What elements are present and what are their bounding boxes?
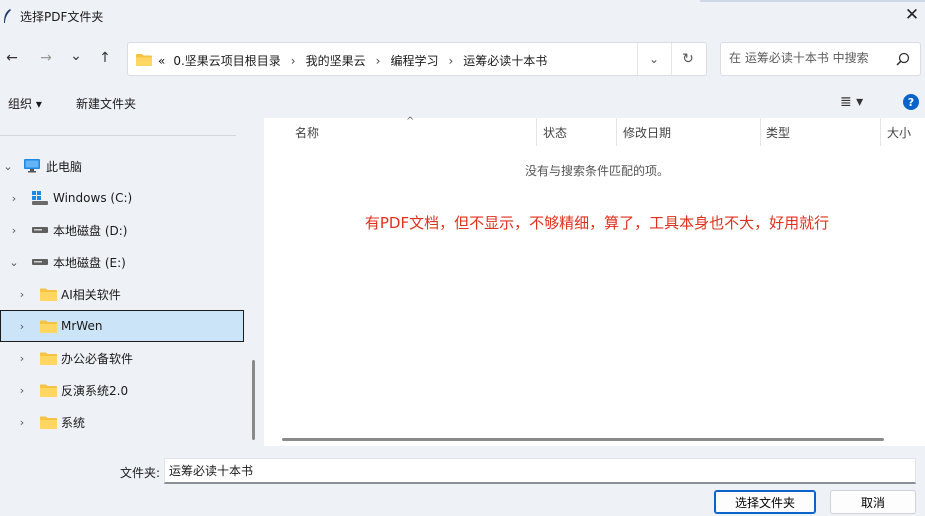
column-header-type[interactable]: 类型 — [766, 118, 790, 146]
chevron-right-icon[interactable]: › — [16, 384, 28, 397]
navigation-pane: ⌄ 此电脑 › Windows (C:) › 本地磁盘 (D:) ⌄ 本地磁盘 … — [0, 118, 262, 446]
tree-item-folder-selected[interactable]: › MrWen — [0, 310, 244, 342]
breadcrumb-item[interactable]: 运筹必读十本书 — [463, 52, 547, 69]
file-list-pane: ^ 名称 状态 修改日期 类型 大小 没有与搜索条件匹配的项。 有PDF文档，但… — [264, 116, 925, 446]
folder-icon — [136, 54, 152, 66]
folder-icon — [40, 320, 57, 333]
folder-name-input[interactable] — [164, 458, 916, 484]
feather-icon — [4, 9, 11, 23]
organize-menu-button[interactable]: 组织 ▾ — [8, 95, 42, 112]
cancel-button[interactable]: 取消 — [830, 490, 916, 514]
forward-arrow-icon[interactable]: → — [36, 48, 56, 68]
breadcrumb-separator-icon[interactable]: › — [291, 54, 296, 68]
tree-item-label: 此电脑 — [46, 159, 83, 174]
drive-icon — [32, 259, 48, 265]
title-bar-accent — [700, 0, 925, 2]
tree-item-label: Windows (C:) — [53, 191, 133, 205]
column-header-status[interactable]: 状态 — [543, 118, 567, 146]
chevron-right-icon[interactable]: › — [8, 224, 20, 237]
select-folder-button[interactable]: 选择文件夹 — [714, 490, 816, 514]
breadcrumb-item[interactable]: 0.坚果云项目根目录 — [173, 52, 280, 69]
chevron-down-icon[interactable]: ⌄ — [2, 160, 14, 173]
breadcrumb-item[interactable]: 我的坚果云 — [306, 52, 366, 69]
column-header-name[interactable]: 名称 — [295, 118, 319, 146]
breadcrumb-separator-icon[interactable]: › — [376, 54, 381, 68]
nav-divider — [0, 135, 236, 136]
address-dropdown-icon[interactable]: ⌄ — [637, 43, 670, 75]
tree-item-label: AI相关软件 — [61, 287, 121, 302]
tree-item-folder[interactable]: › 系统 — [0, 406, 244, 438]
breadcrumb-separator-icon[interactable]: › — [448, 54, 453, 68]
folder-icon — [40, 384, 57, 397]
chevron-right-icon[interactable]: › — [16, 320, 28, 333]
window-title: 选择PDF文件夹 — [20, 10, 104, 24]
help-icon[interactable]: ? — [903, 94, 919, 110]
tree-item-label: 办公必备软件 — [61, 351, 134, 366]
drive-icon — [32, 227, 48, 233]
search-box[interactable] — [720, 42, 921, 76]
view-options-icon[interactable]: ≣ ▾ — [840, 94, 863, 110]
sort-ascending-icon: ^ — [406, 116, 415, 127]
tree-item-folder[interactable]: › 办公必备软件 — [0, 342, 244, 374]
empty-results-message: 没有与搜索条件匹配的项。 — [524, 164, 669, 178]
tree-item-drive-e[interactable]: ⌄ 本地磁盘 (E:) — [0, 246, 244, 278]
horizontal-scrollbar[interactable] — [282, 438, 884, 441]
column-header-modified[interactable]: 修改日期 — [623, 118, 671, 146]
recent-locations-chevron-icon[interactable]: ⌄ — [66, 46, 86, 66]
back-arrow-icon[interactable]: ← — [2, 48, 22, 68]
tree-item-label: 系统 — [61, 415, 86, 430]
tree-item-label: 本地磁盘 (D:) — [53, 223, 128, 238]
tree-item-label: MrWen — [61, 319, 103, 333]
column-divider[interactable] — [760, 118, 761, 146]
chevron-right-icon[interactable]: › — [16, 416, 28, 429]
search-icon — [896, 52, 910, 66]
chevron-right-icon[interactable]: › — [8, 192, 20, 205]
address-bar[interactable]: « 0.坚果云项目根目录 › 我的坚果云 › 编程学习 › 运筹必读十本书 ⌄ … — [127, 42, 707, 76]
annotation-text: 有PDF文档，但不显示，不够精细，算了，工具本身也不大，好用就行 — [364, 214, 830, 232]
folder-field-label: 文件夹: — [120, 466, 161, 480]
tree-item-label: 本地磁盘 (E:) — [53, 255, 126, 270]
command-bar: 组织 ▾ 新建文件夹 ≣ ▾ ? — [0, 88, 925, 116]
tree-item-drive-d[interactable]: › 本地磁盘 (D:) — [0, 214, 244, 246]
chevron-right-icon[interactable]: › — [16, 288, 28, 301]
tree-item-folder[interactable]: › AI相关软件 — [0, 278, 244, 310]
breadcrumb-item[interactable]: 编程学习 — [390, 52, 438, 69]
close-icon[interactable]: ✕ — [901, 4, 923, 26]
up-arrow-icon[interactable]: ↑ — [95, 48, 115, 68]
navigation-bar: ← → ⌄ ↑ « 0.坚果云项目根目录 › 我的坚果云 › 编程学习 › 运筹… — [0, 36, 925, 80]
windows-drive-icon — [32, 191, 48, 205]
tree-item-drive-c[interactable]: › Windows (C:) — [0, 182, 244, 214]
tree-item-folder[interactable]: › 反演系统2.0 — [0, 374, 244, 406]
refresh-icon[interactable]: ↻ — [671, 43, 704, 75]
folder-icon — [40, 352, 57, 365]
title-bar: 选择PDF文件夹 ✕ — [0, 0, 925, 32]
search-input[interactable] — [729, 51, 889, 65]
folder-picker-dialog: 选择PDF文件夹 ✕ ← → ⌄ ↑ « 0.坚果云项目根目录 › 我的坚果云 … — [0, 0, 925, 516]
folder-icon — [40, 288, 57, 301]
chevron-down-icon[interactable]: ⌄ — [8, 256, 20, 269]
dialog-footer: 文件夹: 选择文件夹 取消 — [0, 446, 925, 516]
tree-item-this-pc[interactable]: ⌄ 此电脑 — [0, 150, 244, 182]
column-divider[interactable] — [880, 118, 881, 146]
computer-icon — [24, 159, 40, 173]
breadcrumb: « 0.坚果云项目根目录 › 我的坚果云 › 编程学习 › 运筹必读十本书 — [158, 52, 547, 69]
tree-item-label: 反演系统2.0 — [61, 383, 129, 398]
column-divider[interactable] — [536, 118, 537, 146]
chevron-right-icon[interactable]: › — [16, 352, 28, 365]
column-divider[interactable] — [616, 118, 617, 146]
breadcrumb-overflow-icon[interactable]: « — [158, 54, 165, 68]
new-folder-button[interactable]: 新建文件夹 — [76, 95, 136, 112]
column-header-size[interactable]: 大小 — [887, 118, 911, 146]
navigation-scrollbar[interactable] — [252, 360, 255, 440]
folder-icon — [40, 416, 57, 429]
